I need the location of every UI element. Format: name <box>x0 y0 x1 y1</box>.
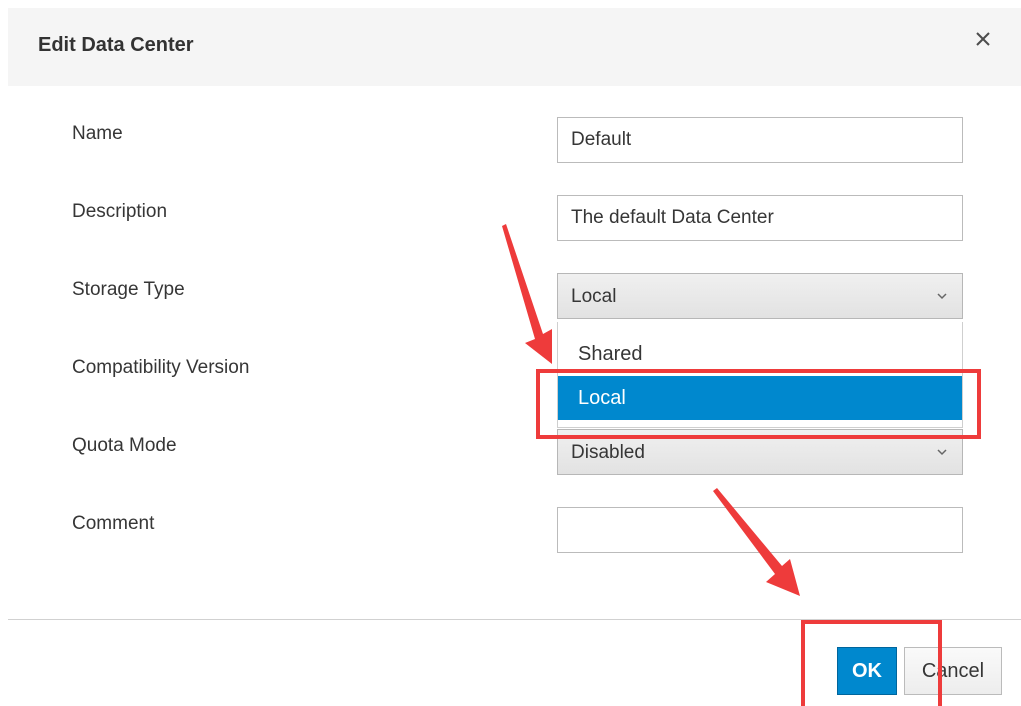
storage-type-label: Storage Type <box>72 279 185 300</box>
dialog-title: Edit Data Center <box>38 34 194 56</box>
compatibility-version-label: Compatibility Version <box>72 357 250 378</box>
annotation-arrow-icon <box>502 224 552 364</box>
description-label: Description <box>72 201 168 222</box>
chevron-down-icon <box>937 293 947 300</box>
storage-type-dropdown: Shared Local <box>557 322 963 428</box>
quota-mode-select[interactable]: Disabled <box>557 429 963 475</box>
description-field[interactable] <box>557 195 963 241</box>
cancel-button[interactable]: Cancel <box>904 647 1002 695</box>
chevron-down-icon <box>937 449 947 456</box>
dialog-header: Edit Data Center <box>8 8 1021 86</box>
dropdown-option-shared[interactable]: Shared <box>558 332 962 376</box>
quota-mode-value: Disabled <box>571 442 645 463</box>
storage-type-select[interactable]: Local <box>557 273 963 319</box>
name-field[interactable] <box>557 117 963 163</box>
close-button[interactable] <box>972 28 994 50</box>
ok-button[interactable]: OK <box>837 647 897 695</box>
storage-type-value: Local <box>571 286 617 307</box>
name-label: Name <box>72 123 123 144</box>
footer-divider <box>8 619 1021 620</box>
close-icon <box>976 32 990 46</box>
dropdown-option-local[interactable]: Local <box>558 376 962 420</box>
quota-mode-label: Quota Mode <box>72 435 177 456</box>
edit-data-center-dialog: Edit Data Center Name Description Storag… <box>0 0 1021 706</box>
comment-label: Comment <box>72 513 155 534</box>
comment-field[interactable] <box>557 507 963 553</box>
